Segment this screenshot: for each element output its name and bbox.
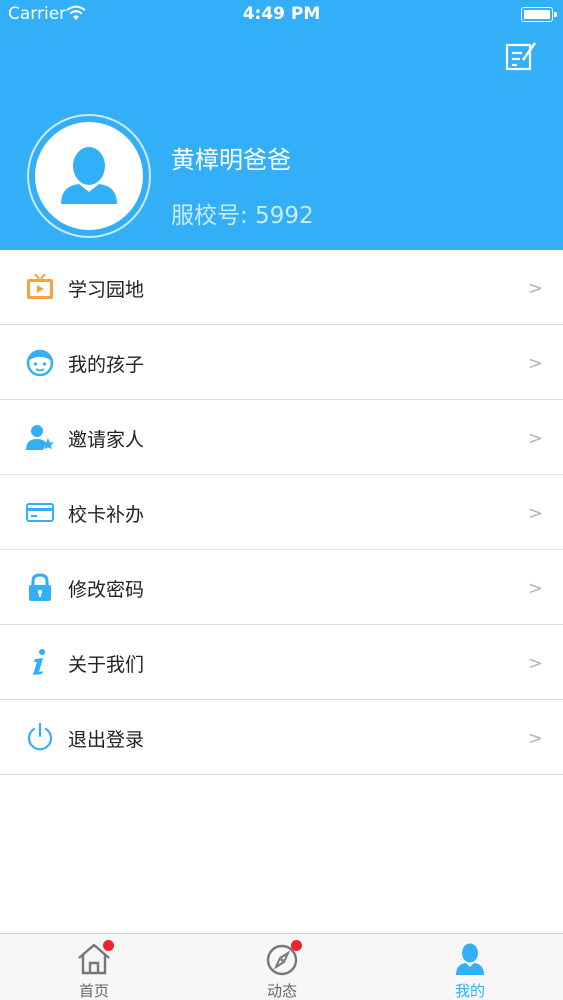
chevron-right-icon: > [527,728,543,749]
power-icon [27,722,53,751]
chevron-right-icon: > [527,503,543,524]
tv-icon [27,273,53,299]
chevron-right-icon: > [527,278,543,299]
menu-label-invite-family: 邀请家人 [68,429,145,451]
tab-label-home: 首页 [78,982,109,1000]
menu-item-invite-family[interactable]: 邀请家人 > [0,400,563,475]
settings-menu: 学习园地 > 我的孩子 > 邀请家人 > 校卡补办 > 修改密码 > 关于我们 … [0,250,563,775]
chevron-right-icon: > [527,578,543,599]
chevron-right-icon: > [527,653,543,674]
menu-item-my-child[interactable]: 我的孩子 > [0,325,563,400]
menu-label-study: 学习园地 [68,279,145,301]
user-icon [456,943,484,975]
menu-label-my-child: 我的孩子 [68,354,145,376]
menu-label-logout: 退出登录 [68,729,145,751]
lock-icon [29,573,51,601]
menu-label-change-password: 修改密码 [68,579,145,601]
menu-item-card-reissue[interactable]: 校卡补办 > [0,475,563,550]
edit-icon[interactable] [504,40,538,72]
status-bar: Carrier 4:49 PM [0,0,563,30]
tab-home[interactable]: 首页 [0,934,188,1000]
status-time: 4:49 PM [242,4,321,24]
menu-item-study[interactable]: 学习园地 > [0,250,563,325]
info-icon [33,649,45,675]
tab-bar: 首页 动态 我的 [0,933,563,1000]
card-icon [26,503,54,522]
child-face-icon [26,349,54,377]
avatar-user-icon [61,147,117,204]
school-number: 服校号: 5992 [171,203,314,229]
tab-label-mine: 我的 [454,982,485,1000]
battery-icon [521,7,557,22]
menu-label-about-us: 关于我们 [68,654,145,676]
avatar[interactable] [35,122,143,230]
menu-item-change-password[interactable]: 修改密码 > [0,550,563,625]
tab-mine[interactable]: 我的 [376,934,563,1000]
menu-label-card-reissue: 校卡补办 [68,504,145,526]
chevron-right-icon: > [527,353,543,374]
user-name: 黄樟明爸爸 [171,146,291,174]
chevron-right-icon: > [527,428,543,449]
tab-feed[interactable]: 动态 [188,934,376,1000]
menu-item-logout[interactable]: 退出登录 > [0,700,563,775]
invite-user-icon [26,425,54,450]
profile-header: Carrier 4:49 PM 黄樟明爸爸 服校号: 5992 [0,0,563,250]
home-badge-dot [103,940,114,951]
menu-item-about-us[interactable]: 关于我们 > [0,625,563,700]
tab-label-feed: 动态 [266,982,297,1000]
feed-badge-dot [291,940,302,951]
